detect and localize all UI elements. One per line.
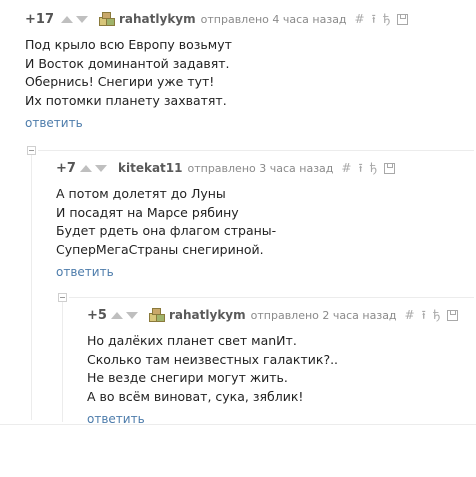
- comment-text: Но далёких планет свет маnИт. Сколько та…: [87, 332, 470, 407]
- reply-link[interactable]: ответить: [25, 116, 83, 130]
- goto-parent-icon[interactable]: ⭱: [372, 13, 376, 25]
- comment: +5 rahatlykym отправлено 2 часа назад # …: [87, 306, 470, 427]
- save-comment-icon[interactable]: [447, 310, 459, 321]
- show-branch-icon[interactable]: ђ: [433, 309, 441, 321]
- comment-header: +17 rahatlykym отправлено 4 часа назад #…: [25, 10, 470, 28]
- comment-header: +7 kitekat11 отправлено 3 часа назад # ⭱…: [56, 159, 470, 177]
- save-comment-icon[interactable]: [384, 163, 396, 174]
- comment-link-icon[interactable]: #: [355, 13, 365, 25]
- comment-author[interactable]: kitekat11: [118, 161, 182, 175]
- comment-text: Под крыло всю Европу возьмут И Восток до…: [25, 36, 470, 111]
- comment-line: А во всём виноват, сука, зяблик!: [87, 389, 304, 405]
- comment-header: +5 rahatlykym отправлено 2 часа назад # …: [87, 306, 470, 324]
- thread-line-level-2: [62, 297, 63, 422]
- comment-line: Но далёких планет свет маnИт.: [87, 333, 297, 348]
- comment-rating: +17: [25, 11, 54, 27]
- avatar[interactable]: [149, 308, 165, 322]
- goto-parent-icon[interactable]: ⭱: [358, 162, 362, 174]
- thread-line-level-1: [31, 150, 32, 420]
- comment: +17 rahatlykym отправлено 4 часа назад #…: [25, 10, 470, 131]
- comment-line: Сколько там неизвестных галактик?..: [87, 351, 339, 367]
- thread-separator: [69, 297, 474, 298]
- reply-link[interactable]: ответить: [56, 265, 114, 279]
- thread-separator: [38, 150, 474, 151]
- goto-parent-icon[interactable]: ⭱: [422, 309, 426, 321]
- vote-down-icon[interactable]: [76, 15, 88, 23]
- vote-down-icon[interactable]: [95, 164, 107, 172]
- comment-link-icon[interactable]: #: [405, 309, 415, 321]
- comment-text: А потом долетят до Луны И посадят на Мар…: [56, 185, 470, 260]
- comment-author[interactable]: rahatlykym: [119, 12, 196, 26]
- collapse-thread-icon[interactable]: [58, 293, 67, 302]
- comment-line: Под крыло всю Европу возьмут: [25, 37, 232, 52]
- comment-line: Их потомки планету захватят.: [25, 93, 227, 109]
- comment-link-icon[interactable]: #: [341, 162, 351, 174]
- comment-timestamp[interactable]: отправлено 3 часа назад: [187, 162, 333, 175]
- comment-line: И Восток доминантой задавят.: [25, 55, 230, 71]
- comment-line: СуперМегаСтраны снегириной.: [56, 242, 264, 258]
- comments-page: +17 rahatlykym отправлено 4 часа назад #…: [0, 0, 476, 477]
- show-branch-icon[interactable]: ђ: [370, 162, 378, 174]
- comment: +7 kitekat11 отправлено 3 часа назад # ⭱…: [56, 159, 470, 280]
- avatar[interactable]: [99, 12, 115, 26]
- vote-down-icon[interactable]: [126, 311, 138, 319]
- comment-line: Будет рдеть она флагом страны-: [56, 223, 277, 239]
- collapse-thread-icon[interactable]: [27, 146, 36, 155]
- vote-up-icon[interactable]: [80, 164, 92, 172]
- comment-line: Обернись! Снегири уже тут!: [25, 74, 215, 90]
- comment-rating: +7: [56, 160, 76, 176]
- comment-rating: +5: [87, 307, 107, 323]
- comment-line: А потом долетят до Луны: [56, 186, 226, 201]
- reply-link[interactable]: ответить: [87, 412, 145, 426]
- comment-timestamp[interactable]: отправлено 4 часа назад: [201, 13, 347, 26]
- comment-line: Не везде снегири могут жить.: [87, 370, 288, 386]
- comment-line: И посадят на Марсе рябину: [56, 204, 239, 220]
- vote-up-icon[interactable]: [111, 311, 123, 319]
- comment-timestamp[interactable]: отправлено 2 часа назад: [251, 309, 397, 322]
- comment-author[interactable]: rahatlykym: [169, 308, 246, 322]
- save-comment-icon[interactable]: [397, 14, 409, 25]
- vote-up-icon[interactable]: [61, 15, 73, 23]
- show-branch-icon[interactable]: ђ: [383, 13, 391, 25]
